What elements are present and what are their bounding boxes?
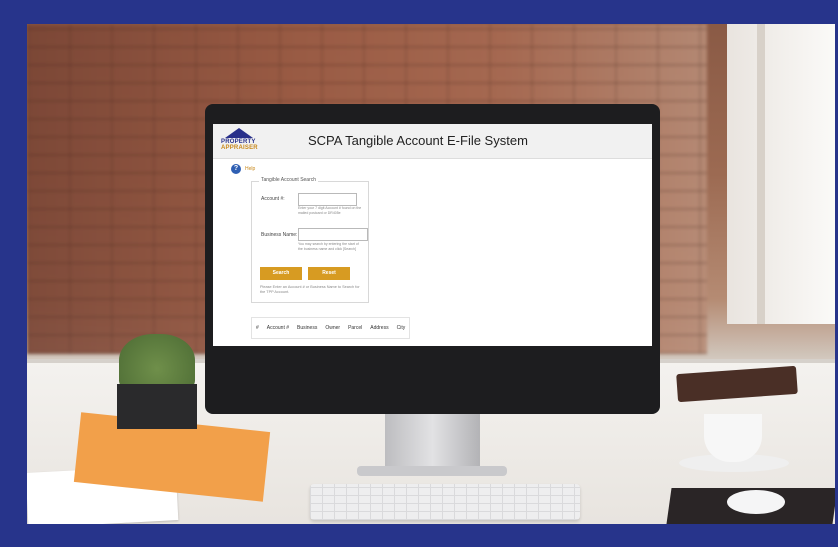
page-title: SCPA Tangible Account E-File System [308,133,528,148]
business-name-hint: You may search by entering the start of … [298,242,359,251]
coffee-cup [704,414,762,462]
window-background [727,24,835,324]
reset-button[interactable]: Reset [308,267,350,280]
column-header-account[interactable]: Account # [263,318,293,338]
business-name-input[interactable] [298,228,368,241]
results-table-header: # Account # Business Owner Parcel Addres… [251,317,411,339]
column-header-address[interactable]: Address [366,318,392,338]
column-header-city[interactable]: City [393,318,410,338]
logo-text-bottom: APPRAISER [221,145,258,151]
window-frame [757,24,765,324]
column-header-parcel[interactable]: Parcel [344,318,366,338]
account-input[interactable] [298,193,357,206]
monitor-stand [385,412,480,470]
monitor-stand-base [357,466,507,476]
help-label: Help [245,166,256,172]
property-appraiser-logo[interactable]: PROPERTY APPRAISER [221,128,259,156]
app-screen: PROPERTY APPRAISER SCPA Tangible Account… [213,124,652,346]
search-instruction-note: Please Enter an Account # or Business Na… [260,285,360,294]
account-hint: Enter your 7 digit Account # found on th… [298,206,362,215]
search-button[interactable]: Search [260,267,302,280]
house-roof-icon [225,128,253,138]
search-legend: Tangible Account Search [259,177,319,183]
account-label: Account #: [261,196,285,202]
column-header-business[interactable]: Business [293,318,321,338]
column-header-index[interactable]: # [252,318,263,338]
computer-mouse [727,490,785,514]
business-name-label: Business Name: [261,232,298,238]
question-circle-icon: ? [231,164,241,174]
plant-pot [117,384,197,429]
logo-text: PROPERTY APPRAISER [221,139,258,151]
keyboard [310,484,580,520]
photo-frame: PROPERTY APPRAISER SCPA Tangible Account… [27,24,835,524]
help-link[interactable]: ? Help [231,164,255,174]
app-header: PROPERTY APPRAISER SCPA Tangible Account… [213,124,652,159]
column-header-owner[interactable]: Owner [321,318,344,338]
monitor: PROPERTY APPRAISER SCPA Tangible Account… [205,104,660,414]
